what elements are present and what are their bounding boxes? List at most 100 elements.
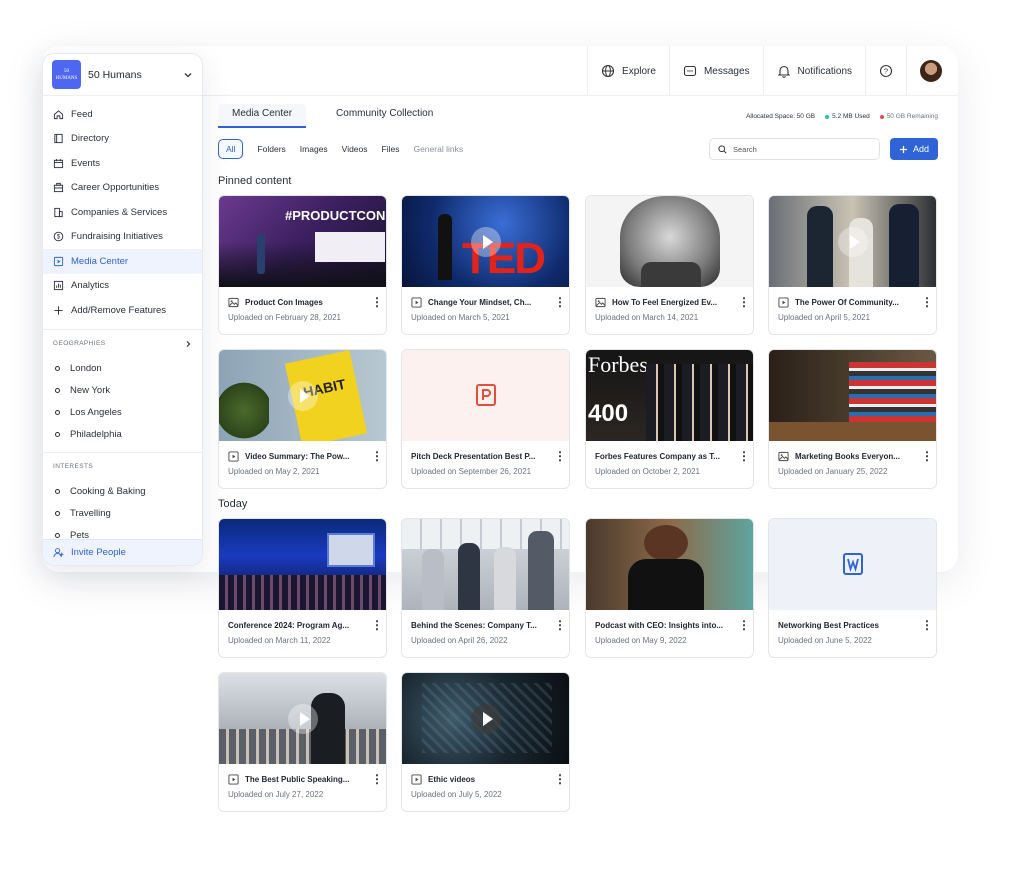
- more-options-icon[interactable]: ⋮: [371, 450, 383, 462]
- used-dot-icon: [825, 114, 830, 119]
- more-options-icon[interactable]: ⋮: [554, 450, 566, 462]
- sidebar-item-events[interactable]: Events: [43, 151, 202, 176]
- card-info: The Power Of Community... ⋮ Uploaded on Ap…: [769, 287, 936, 322]
- notifications-button[interactable]: Notifications: [762, 46, 865, 96]
- filter-general-links[interactable]: General links: [413, 144, 463, 154]
- sidebar-item-companies[interactable]: Companies & Services: [43, 200, 202, 225]
- media-card[interactable]: TED Change Your Mindset, Ch... ⋮ Uploaded o…: [401, 195, 570, 335]
- media-card[interactable]: Pitch Deck Presentation Best P... ⋮ Upload…: [401, 349, 570, 489]
- thumbnail-shape: [257, 234, 265, 274]
- profile-button[interactable]: [906, 46, 958, 96]
- thumbnail-shape: [219, 575, 386, 610]
- media-card[interactable]: Forbes 400 Forbes Features Company as T...…: [585, 349, 754, 489]
- media-card[interactable]: Ethic videos ⋮ Uploaded on July 5, 2022: [401, 672, 570, 812]
- media-card[interactable]: How To Feel Energized Ev... ⋮ Uploaded on …: [585, 195, 754, 335]
- play-icon[interactable]: [470, 703, 501, 734]
- interests-section: INTERESTS Cooking & Baking Travelling Pe…: [43, 451, 202, 547]
- media-card[interactable]: The Power Of Community... ⋮ Uploaded on Ap…: [768, 195, 937, 335]
- add-button[interactable]: Add: [890, 138, 938, 160]
- more-options-icon[interactable]: ⋮: [554, 296, 566, 308]
- media-thumbnail[interactable]: Forbes 400: [586, 350, 753, 441]
- card-title: How To Feel Energized Ev...: [612, 297, 718, 307]
- media-card[interactable]: Marketing Books Everyon... ⋮ Uploaded on J…: [768, 349, 937, 489]
- thumbnail-shape: [327, 533, 375, 567]
- more-options-icon[interactable]: ⋮: [554, 773, 566, 785]
- messages-button[interactable]: Messages: [668, 46, 763, 96]
- geography-item[interactable]: Los Angeles: [43, 402, 202, 424]
- geography-label: Philadelphia: [70, 429, 122, 440]
- thumbnail-shape: [807, 206, 833, 287]
- media-thumbnail[interactable]: [402, 519, 569, 610]
- tab-media-center[interactable]: Media Center: [218, 104, 307, 128]
- play-icon[interactable]: [837, 226, 868, 257]
- help-button[interactable]: ?: [865, 46, 906, 96]
- more-options-icon[interactable]: ⋮: [738, 296, 750, 308]
- media-thumbnail[interactable]: [586, 196, 753, 287]
- media-thumbnail[interactable]: TED: [402, 196, 569, 287]
- media-thumbnail[interactable]: [769, 519, 936, 610]
- globe-icon: [601, 64, 615, 78]
- media-thumbnail[interactable]: [219, 673, 386, 764]
- tab-community-collection[interactable]: Community Collection: [322, 104, 447, 128]
- explore-button[interactable]: Explore: [587, 46, 669, 96]
- sidebar-item-add-remove[interactable]: Add/Remove Features: [43, 298, 202, 323]
- media-card[interactable]: #PRODUCTCON Product Con Images ⋮ Uploaded o…: [218, 195, 387, 335]
- media-thumbnail[interactable]: [402, 673, 569, 764]
- filter-files[interactable]: Files: [382, 144, 400, 154]
- play-icon[interactable]: [287, 380, 318, 411]
- filter-videos[interactable]: Videos: [342, 144, 368, 154]
- interest-item[interactable]: Travelling: [43, 503, 202, 525]
- more-options-icon[interactable]: ⋮: [738, 450, 750, 462]
- geography-item[interactable]: Philadelphia: [43, 424, 202, 446]
- filter-all[interactable]: All: [218, 139, 244, 159]
- chart-icon: [53, 281, 64, 291]
- interest-label: Travelling: [70, 508, 111, 519]
- sidebar-item-analytics[interactable]: Analytics: [43, 274, 202, 299]
- more-options-icon[interactable]: ⋮: [371, 296, 383, 308]
- geography-item[interactable]: London: [43, 358, 202, 380]
- more-options-icon[interactable]: ⋮: [371, 773, 383, 785]
- play-icon[interactable]: [470, 226, 501, 257]
- media-card[interactable]: Behind the Scenes: Company T... ⋮ Uploaded…: [401, 518, 570, 658]
- geography-item[interactable]: New York: [43, 380, 202, 402]
- message-icon: [683, 65, 697, 77]
- filter-folders[interactable]: Folders: [257, 144, 285, 154]
- more-options-icon[interactable]: ⋮: [921, 619, 933, 631]
- media-thumbnail[interactable]: HABIT: [219, 350, 386, 441]
- card-title: Product Con Images: [245, 297, 323, 307]
- media-card[interactable]: Conference 2024: Program Ag... ⋮ Uploaded …: [218, 518, 387, 658]
- home-icon: [53, 109, 64, 119]
- thumbnail-shape: [219, 380, 269, 441]
- media-thumbnail[interactable]: #PRODUCTCON: [219, 196, 386, 287]
- more-options-icon[interactable]: ⋮: [921, 450, 933, 462]
- interest-item[interactable]: Cooking & Baking: [43, 481, 202, 503]
- media-thumbnail[interactable]: [402, 350, 569, 441]
- sidebar-item-directory[interactable]: Directory: [43, 127, 202, 152]
- card-date: Uploaded on April 5, 2021: [778, 313, 871, 322]
- media-thumbnail[interactable]: [219, 519, 386, 610]
- invite-people-button[interactable]: Invite People: [43, 539, 202, 565]
- more-options-icon[interactable]: ⋮: [371, 619, 383, 631]
- more-options-icon[interactable]: ⋮: [921, 296, 933, 308]
- media-card[interactable]: The Best Public Speaking... ⋮ Uploaded on …: [218, 672, 387, 812]
- sidebar-item-career[interactable]: Career Opportunities: [43, 176, 202, 201]
- search-input[interactable]: Search: [709, 138, 880, 160]
- thumbnail-shape: [494, 547, 516, 610]
- filter-images[interactable]: Images: [300, 144, 328, 154]
- sidebar-item-feed[interactable]: Feed: [43, 102, 202, 127]
- more-options-icon[interactable]: ⋮: [738, 619, 750, 631]
- filter-bar: All Folders Images Videos Files General …: [218, 139, 463, 159]
- play-icon[interactable]: [287, 703, 318, 734]
- media-card[interactable]: Networking Best Practices ⋮ Uploaded on Ju…: [768, 518, 937, 658]
- media-thumbnail[interactable]: [586, 519, 753, 610]
- media-card[interactable]: Podcast with CEO: Insights into... ⋮ Uploa…: [585, 518, 754, 658]
- org-switcher[interactable]: 50 HUMANS 50 Humans: [43, 54, 202, 96]
- media-thumbnail[interactable]: [769, 350, 936, 441]
- video-icon: [228, 773, 239, 785]
- geographies-header[interactable]: GEOGRAPHIES: [43, 330, 202, 358]
- media-card[interactable]: HABIT Video Summary: The Pow... ⋮ Uploaded …: [218, 349, 387, 489]
- more-options-icon[interactable]: ⋮: [554, 619, 566, 631]
- media-thumbnail[interactable]: [769, 196, 936, 287]
- sidebar-item-media-center[interactable]: Media Center: [43, 249, 202, 274]
- sidebar-item-fundraising[interactable]: $ Fundraising Initiatives: [43, 225, 202, 250]
